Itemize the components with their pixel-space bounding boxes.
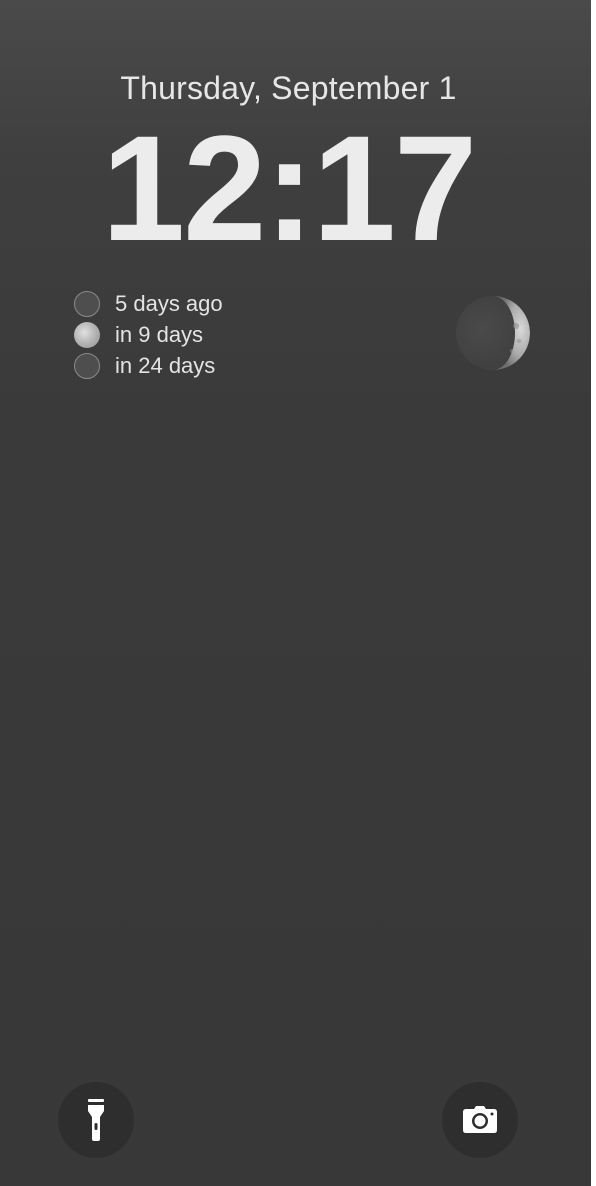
- phase-label: in 9 days: [115, 321, 204, 347]
- lock-screen-date: Thursday, September 1: [120, 70, 457, 106]
- lock-screen: Thursday, September 1 12:17 5 days ago i…: [0, 0, 591, 1186]
- phase-label: in 24 days: [115, 352, 216, 378]
- moon-phase-row-full: in 9 days: [74, 319, 223, 350]
- full-moon-icon: [74, 321, 100, 348]
- moon-phase-widget[interactable]: 5 days ago in 9 days in 24 days: [74, 288, 223, 381]
- camera-button[interactable]: [442, 1082, 518, 1158]
- moon-phase-row-next-new: in 24 days: [74, 350, 223, 381]
- waxing-crescent-moon-icon: [456, 296, 530, 370]
- new-moon-icon: [74, 290, 100, 317]
- phase-label: 5 days ago: [115, 290, 223, 316]
- screen-edge: [591, 0, 596, 1186]
- flashlight-button[interactable]: [58, 1082, 134, 1158]
- flashlight-icon: [88, 1099, 104, 1141]
- camera-icon: [463, 1106, 497, 1133]
- moon-phase-row-new: 5 days ago: [74, 288, 223, 319]
- new-moon-icon: [74, 352, 100, 379]
- lock-screen-time: 12:17: [101, 104, 478, 272]
